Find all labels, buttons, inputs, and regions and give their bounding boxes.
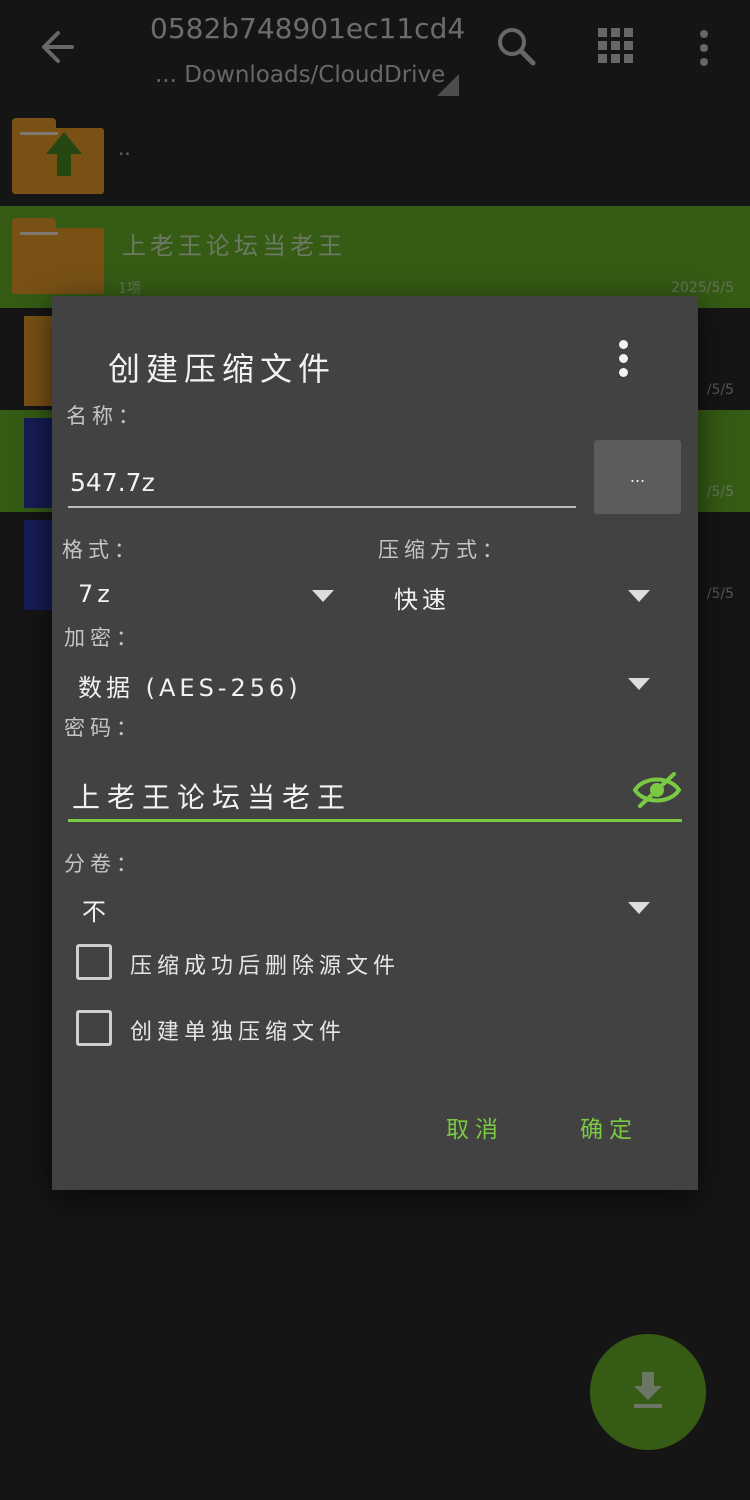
visibility-off-icon[interactable]	[632, 770, 682, 810]
compression-method-select[interactable]: 快速	[394, 574, 650, 618]
password-label: 密码：	[64, 716, 142, 740]
create-archive-dialog: 创建压缩文件 名称： ... 格式： 压缩方式： 7z 快速 加密： 数据 (A…	[52, 296, 698, 1190]
method-value: 快速	[394, 586, 450, 614]
password-input[interactable]: 上老王论坛当老王	[68, 768, 682, 822]
format-label: 格式：	[62, 538, 140, 562]
dialog-more-icon[interactable]	[612, 338, 636, 380]
separate-archive-label: 创建单独压缩文件	[130, 1020, 347, 1045]
cancel-button[interactable]: 取消	[446, 1110, 504, 1144]
archive-name-input[interactable]	[68, 458, 576, 508]
chevron-down-icon	[628, 678, 650, 690]
delete-source-checkbox[interactable]	[76, 944, 112, 980]
chevron-down-icon	[628, 902, 650, 914]
method-label: 压缩方式：	[378, 538, 508, 562]
chevron-down-icon	[628, 590, 650, 602]
delete-source-option[interactable]: 压缩成功后删除源文件	[76, 942, 636, 982]
chevron-down-icon	[312, 590, 334, 602]
encryption-value: 数据 (AES-256)	[78, 674, 302, 702]
encryption-select[interactable]: 数据 (AES-256)	[78, 662, 650, 706]
split-label: 分卷：	[64, 852, 142, 876]
format-select[interactable]: 7z	[78, 574, 334, 618]
separate-archive-checkbox[interactable]	[76, 1010, 112, 1046]
ok-button[interactable]: 确定	[580, 1110, 638, 1144]
separate-archive-option[interactable]: 创建单独压缩文件	[76, 1008, 636, 1048]
encrypt-label: 加密：	[64, 626, 142, 650]
split-value: 不	[82, 898, 110, 926]
password-value: 上老王论坛当老王	[72, 781, 353, 814]
name-label: 名称：	[66, 404, 144, 428]
split-select[interactable]: 不	[82, 886, 650, 930]
format-value: 7z	[78, 580, 114, 608]
delete-source-label: 压缩成功后删除源文件	[130, 954, 401, 979]
browse-button[interactable]: ...	[594, 440, 681, 514]
dialog-title: 创建压缩文件	[108, 350, 337, 388]
